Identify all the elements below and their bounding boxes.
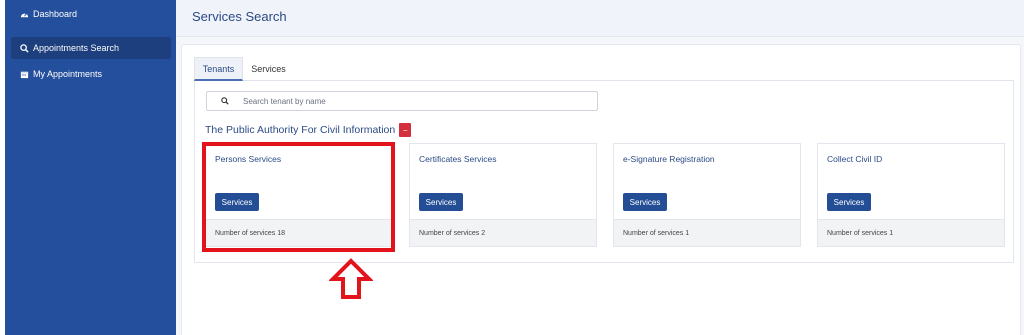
services-button[interactable]: Services: [623, 193, 667, 211]
search-box: [206, 91, 598, 111]
page-title: Services Search: [192, 9, 287, 24]
services-button[interactable]: Services: [827, 193, 871, 211]
collapse-button[interactable]: −: [399, 123, 412, 137]
service-card-title: Certificates Services: [419, 154, 497, 164]
sidebar-item-label: Dashboard: [33, 9, 78, 19]
up-arrow-icon: [329, 258, 373, 299]
tab-services[interactable]: Services: [246, 57, 291, 81]
services-button[interactable]: Services: [419, 193, 463, 211]
sidebar-item-label: Appointments Search: [33, 43, 120, 53]
tab-tenants[interactable]: Tenants: [194, 57, 243, 81]
sidebar: Dashboard Appointments Search My Appoint…: [5, 0, 176, 335]
sidebar-item-dashboard[interactable]: Dashboard: [11, 3, 171, 25]
calendar-icon: [19, 69, 29, 79]
service-card-title: Collect Civil ID: [827, 154, 883, 164]
tenant-heading: The Public Authority For Civil Informati…: [205, 123, 412, 137]
tenant-name: The Public Authority For Civil Informati…: [205, 124, 396, 136]
service-count: Number of services 2: [410, 219, 596, 246]
service-card-esignature: e-Signature Registration Services Number…: [613, 143, 801, 247]
service-card-title: e-Signature Registration: [623, 154, 715, 164]
tab-bar: Tenants Services: [194, 57, 1014, 81]
sidebar-item-label: My Appointments: [33, 69, 103, 79]
dashboard-icon: [19, 9, 29, 19]
sidebar-item-appointments-search[interactable]: Appointments Search: [11, 37, 171, 59]
service-count: Number of services 1: [818, 219, 1004, 246]
search-input[interactable]: [243, 96, 583, 106]
service-card-certificates: Certificates Services Services Number of…: [409, 143, 597, 247]
sidebar-item-my-appointments[interactable]: My Appointments: [11, 63, 171, 85]
top-bar: Services Search: [176, 0, 1024, 37]
service-count: Number of services 1: [614, 219, 800, 246]
search-icon: [19, 43, 29, 53]
highlight-box: [202, 142, 395, 252]
service-card-civil-id: Collect Civil ID Services Number of serv…: [817, 143, 1005, 247]
search-icon: [215, 97, 235, 105]
